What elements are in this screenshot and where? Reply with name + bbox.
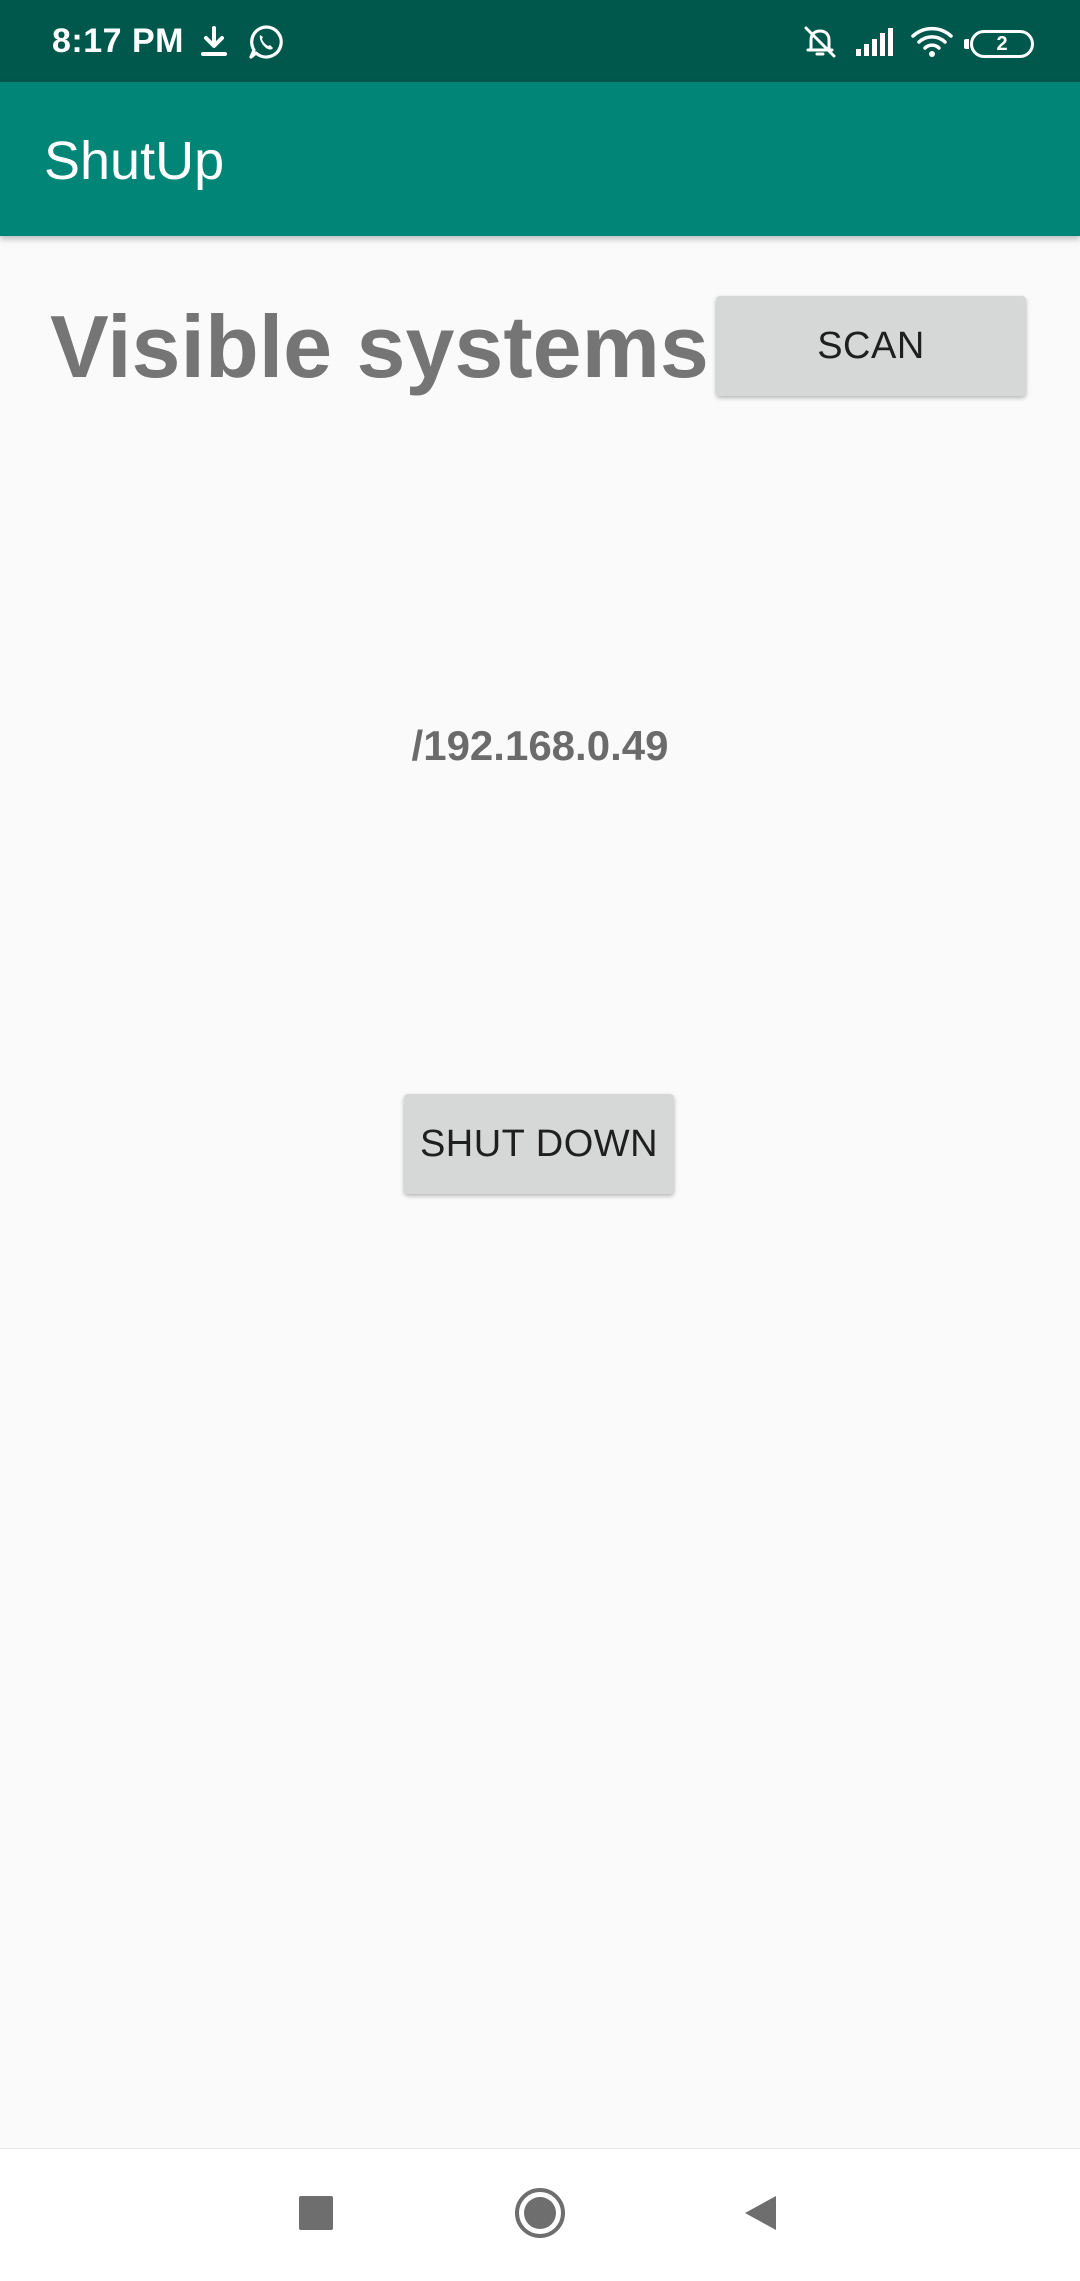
whatsapp-icon: [248, 24, 284, 65]
wifi-icon: [910, 25, 954, 64]
back-icon: [742, 2194, 778, 2237]
notifications-muted-icon: [802, 24, 838, 65]
status-time: 8:17 PM: [52, 22, 184, 60]
shut-down-button[interactable]: SHUT DOWN: [404, 1094, 674, 1194]
app-bar: ShutUp: [0, 82, 1080, 236]
app-title: ShutUp: [44, 131, 225, 191]
system-list-item[interactable]: /192.168.0.49: [0, 722, 1080, 770]
status-bar: 8:17 PM 2: [0, 0, 1080, 82]
home-button[interactable]: [480, 2149, 600, 2281]
home-icon: [514, 2187, 566, 2244]
download-icon: [198, 25, 230, 64]
status-left-icons: [198, 24, 284, 64]
battery-level: 2: [996, 32, 1008, 55]
status-right-icons: 2: [802, 22, 1034, 66]
back-button[interactable]: [700, 2149, 820, 2281]
signal-icon: [854, 27, 894, 62]
visible-systems-heading: Visible systems: [50, 297, 709, 396]
battery-icon: 2: [964, 30, 1034, 58]
navigation-bar: [0, 2148, 1080, 2281]
scan-button[interactable]: SCAN: [716, 296, 1026, 396]
recent-apps-button[interactable]: [256, 2149, 376, 2281]
recent-apps-icon: [298, 2195, 334, 2236]
